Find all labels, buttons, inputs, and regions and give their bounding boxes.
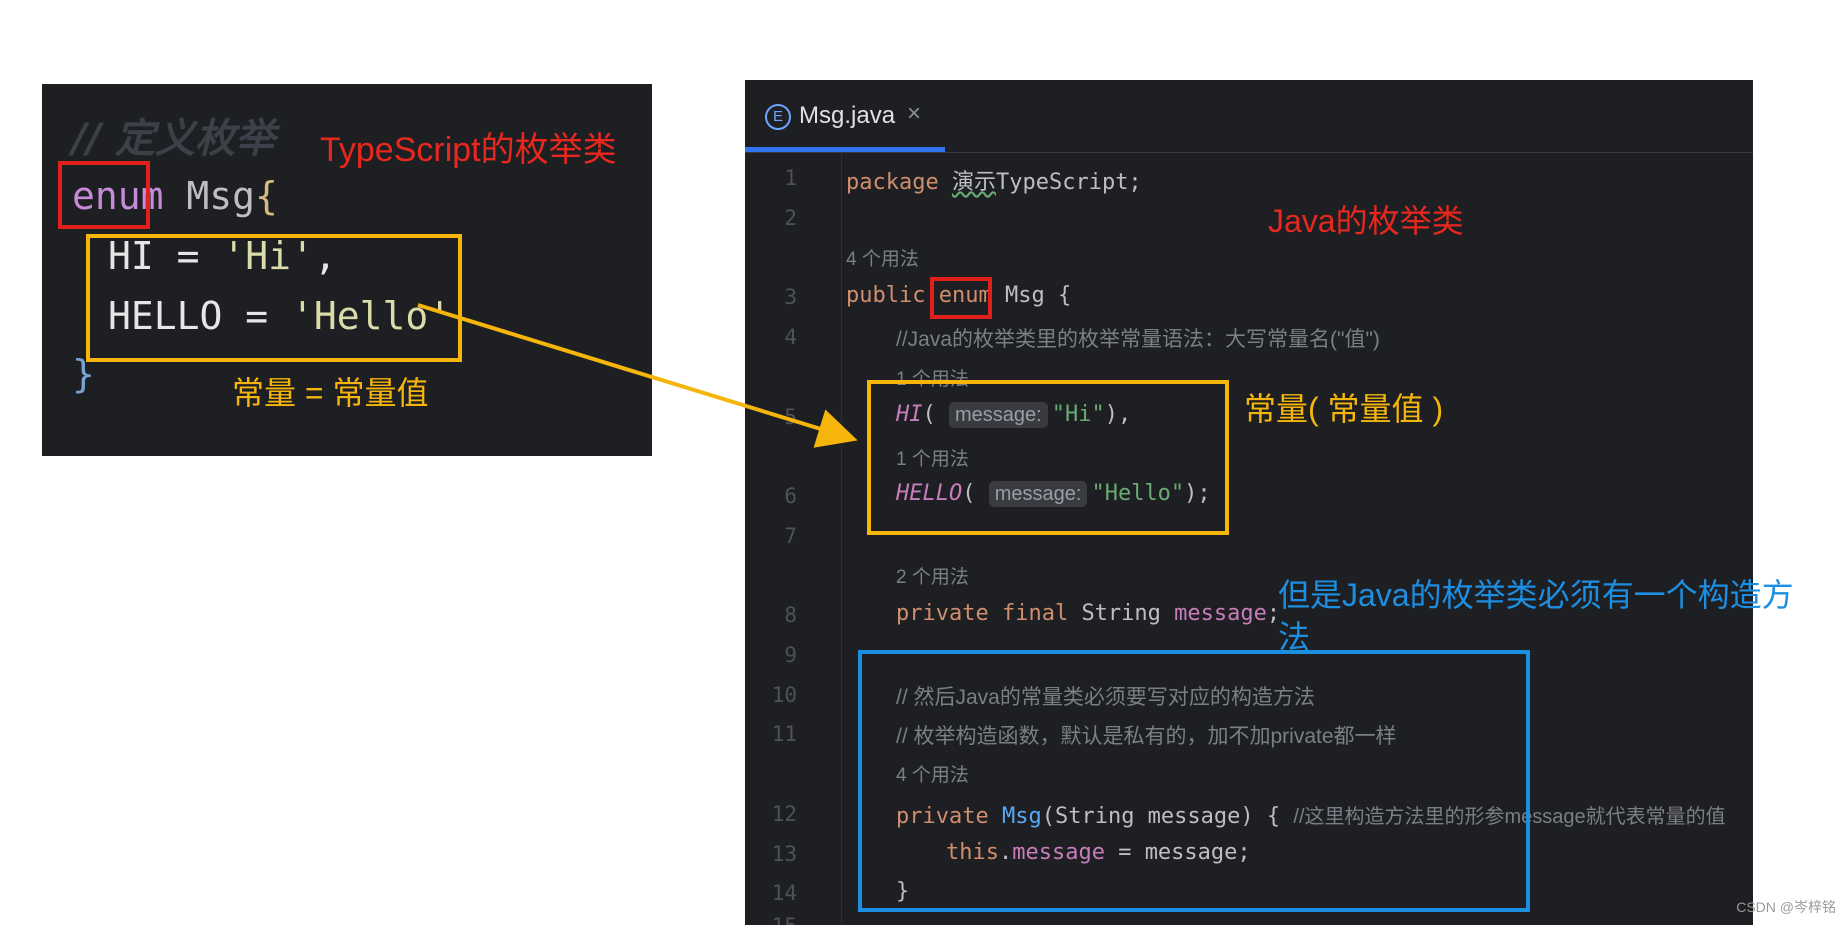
line-number: 2 [784, 206, 797, 230]
line-number: 11 [771, 722, 797, 746]
field-message: message [1174, 601, 1267, 626]
ts-constants-highlight-box [86, 234, 462, 362]
line-number: 10 [771, 683, 797, 707]
editor-tab-bar: E Msg.java × [745, 80, 1753, 153]
line-number: 8 [784, 603, 797, 627]
line-number: 14 [771, 881, 797, 905]
typescript-enum-annotation: TypeScript的枚举类 [320, 131, 617, 169]
ts-enum-highlight-box [58, 161, 150, 229]
ts-open-brace: { [255, 174, 278, 218]
code-line-field[interactable]: private final String message; [896, 601, 1280, 626]
code-comment[interactable]: //Java的枚举类里的枚举常量语法：大写常量名("值") [896, 323, 1380, 353]
package-keyword: package [846, 170, 939, 195]
code-line-package[interactable]: package 演示TypeScript; [846, 164, 1142, 196]
active-tab-indicator [745, 147, 945, 152]
java-constructor-highlight-box [858, 650, 1530, 912]
gutter-separator [841, 153, 842, 925]
java-enum-highlight-box [930, 277, 992, 319]
tab-msg-java[interactable]: E Msg.java × [745, 80, 945, 152]
watermark: CSDN @岑梓铭 [1736, 899, 1836, 915]
enum-name: Msg { [1004, 283, 1072, 308]
usage-hint[interactable]: 2 个用法 [896, 562, 969, 589]
line-number: 15 [745, 914, 797, 925]
line-number: 1 [784, 166, 797, 190]
java-constants-highlight-box [867, 380, 1229, 535]
usage-hint[interactable]: 4 个用法 [846, 244, 919, 271]
line-number: 6 [784, 484, 797, 508]
ts-enum-name: Msg [186, 174, 256, 218]
typescript-code-snippet: // 定义枚举 enum Msg{ HI = 'Hi', HELLO = 'He… [42, 84, 652, 456]
line-number: 7 [784, 524, 797, 548]
line-number: 5 [784, 405, 797, 429]
line-number: 12 [771, 802, 797, 826]
line-number: 3 [784, 285, 797, 309]
package-name-rest: TypeScript; [995, 170, 1142, 195]
type-string: String [1081, 601, 1161, 626]
java-constructor-annotation: 但是Java的枚举类必须有一个构造方法 [1278, 577, 1794, 655]
java-enum-annotation: Java的枚举类 [1268, 203, 1464, 239]
ts-comment: // 定义枚举 [72, 116, 276, 162]
java-constant-syntax-annotation: 常量( 常量值 ) [1244, 391, 1444, 427]
package-name-part: 演示 [951, 170, 996, 195]
private-final-keywords: private final [896, 601, 1069, 626]
enum-file-icon: E [765, 104, 791, 130]
tab-filename: Msg.java [799, 102, 896, 129]
public-keyword: public [846, 283, 926, 308]
line-number: 9 [784, 643, 797, 667]
line-number: 4 [784, 325, 797, 349]
close-icon[interactable]: × [907, 100, 921, 128]
line-number: 13 [771, 842, 797, 866]
ts-constant-syntax-annotation: 常量 = 常量值 [232, 375, 429, 411]
